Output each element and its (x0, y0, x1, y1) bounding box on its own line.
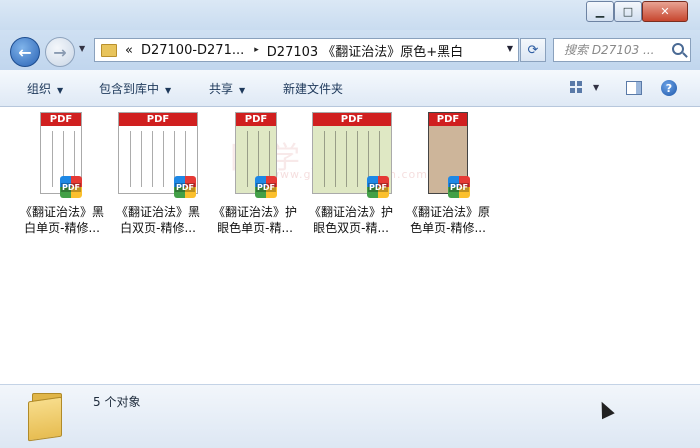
pdf-app-icon: PDF (367, 176, 389, 198)
change-view-icon[interactable] (570, 81, 583, 94)
folder-icon (28, 393, 66, 442)
refresh-button[interactable]: ⟳ (520, 38, 546, 62)
navigation-bar: ← → ▼ « D27100-D271... ▸ D27103 《翻证治法》原色… (0, 30, 700, 70)
view-options-dropdown[interactable]: ▼ (593, 83, 599, 92)
item-count: 5 个对象 (93, 395, 141, 409)
file-name[interactable]: 《翻证治法》原 色单页-精修... (402, 204, 494, 236)
new-folder-label: 新建文件夹 (283, 82, 344, 96)
address-bar[interactable]: « D27100-D271... ▸ D27103 《翻证治法》原色+黑白 ▼ (94, 38, 519, 62)
thumbnail-header: PDF (119, 113, 197, 126)
pdf-app-icon: PDF (448, 176, 470, 198)
breadcrumb-overflow[interactable]: « (125, 43, 133, 58)
thumbnail-header: PDF (236, 113, 276, 126)
minimize-button[interactable]: ▁ (586, 1, 614, 22)
file-name[interactable]: 《翻证治法》黑 白双页-精修... (112, 204, 204, 236)
organize-label: 组织 (27, 82, 52, 96)
breadcrumb-separator[interactable]: ▸ (254, 45, 259, 55)
file-name[interactable]: 《翻证治法》黑 白单页-精修... (16, 204, 108, 236)
include-in-library-label: 包含到库中 (99, 82, 160, 96)
share-label: 共享 (209, 82, 234, 96)
pdf-app-icon: PDF (174, 176, 196, 198)
organize-menu[interactable]: 组织 ▼ (27, 80, 63, 97)
folder-icon (101, 43, 117, 57)
forward-button[interactable]: → (45, 37, 75, 67)
pdf-app-icon: PDF (60, 176, 82, 198)
include-in-library-menu[interactable]: 包含到库中 ▼ (99, 80, 171, 97)
address-dropdown-icon[interactable]: ▼ (507, 44, 513, 53)
details-pane: 5 个对象 (0, 384, 700, 448)
file-name[interactable]: 《翻证治法》护 眼色单页-精... (209, 204, 301, 236)
command-bar: 组织 ▼ 包含到库中 ▼ 共享 ▼ 新建文件夹 ▼ ? (0, 70, 700, 107)
file-name[interactable]: 《翻证治法》护 眼色双页-精... (305, 204, 397, 236)
breadcrumb-current[interactable]: D27103 《翻证治法》原色+黑白 (267, 41, 463, 60)
search-input[interactable] (562, 42, 676, 58)
maximize-button[interactable]: □ (614, 1, 642, 22)
search-icon[interactable] (672, 43, 684, 55)
recent-pages-dropdown[interactable]: ▼ (79, 44, 85, 53)
preview-pane-icon[interactable] (626, 81, 642, 95)
thumbnail-header: PDF (429, 113, 467, 126)
thumbnail-header: PDF (313, 113, 391, 126)
share-menu[interactable]: 共享 ▼ (209, 80, 245, 97)
pdf-app-icon: PDF (255, 176, 277, 198)
thumbnail-header: PDF (41, 113, 81, 126)
title-bar: ▁ □ ✕ (0, 0, 700, 30)
breadcrumb-parent[interactable]: D27100-D271... (141, 43, 244, 58)
help-icon[interactable]: ? (661, 80, 677, 96)
new-folder-button[interactable]: 新建文件夹 (283, 80, 343, 97)
back-button[interactable]: ← (10, 37, 40, 67)
search-box[interactable] (553, 38, 691, 62)
close-button[interactable]: ✕ (642, 1, 688, 22)
